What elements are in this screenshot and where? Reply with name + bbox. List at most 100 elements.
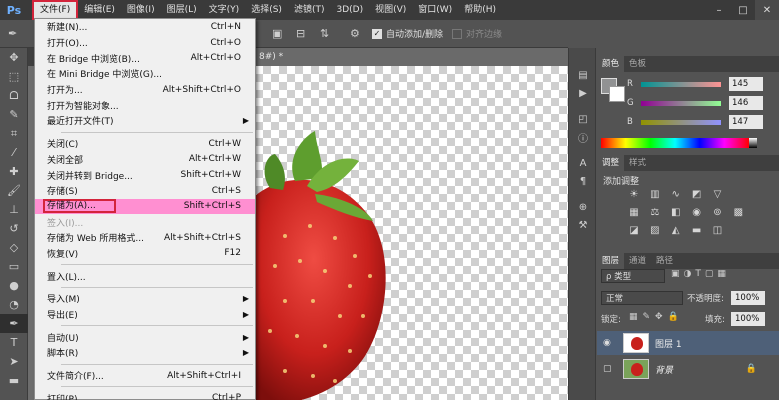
tab-swatches[interactable]: 色板 bbox=[624, 56, 651, 72]
layer-row[interactable]: ▢ 背景 🔒 bbox=[597, 357, 779, 381]
info-panel-icon[interactable]: ⓘ bbox=[569, 128, 597, 146]
file-menu-item[interactable]: 关闭并转到 Bridge... Shift+Ctrl+W bbox=[35, 167, 255, 183]
posterize-icon[interactable]: ▨ bbox=[648, 224, 662, 238]
path-arrangement-icon[interactable]: ⇅ bbox=[320, 27, 329, 40]
file-menu-item[interactable]: 在 Bridge 中浏览(B)... Alt+Ctrl+O bbox=[35, 50, 255, 66]
crop-tool-icon[interactable]: ⌗ bbox=[0, 124, 28, 143]
color-balance-icon[interactable]: ⚖ bbox=[648, 206, 662, 220]
file-menu-item[interactable]: 存储为 Web 所用格式... Alt+Shift+Ctrl+S bbox=[35, 230, 255, 246]
canvas[interactable] bbox=[255, 66, 568, 400]
minimize-icon[interactable]: – bbox=[707, 0, 731, 20]
path-selection-tool-icon[interactable]: ➤ bbox=[0, 352, 28, 371]
file-menu-item[interactable]: 打开(O)... Ctrl+O bbox=[35, 35, 255, 51]
brightness-icon[interactable]: ☀ bbox=[627, 188, 641, 202]
file-menu-item[interactable]: 打开为智能对象... bbox=[35, 97, 255, 113]
file-menu-item[interactable]: 打印(P)... Ctrl+P bbox=[35, 390, 255, 400]
file-menu-item[interactable]: 在 Mini Bridge 中浏览(G)... bbox=[35, 66, 255, 82]
hue-saturation-icon[interactable]: ▦ bbox=[627, 206, 641, 220]
healing-brush-tool-icon[interactable]: ✚ bbox=[0, 162, 28, 181]
tab-styles[interactable]: 样式 bbox=[624, 155, 651, 171]
color-slider-r[interactable]: R 145 bbox=[627, 76, 777, 92]
file-menu-item[interactable]: 关闭全部 Alt+Ctrl+W bbox=[35, 152, 255, 168]
file-menu-item[interactable]: 文件简介(F)... Alt+Shift+Ctrl+I bbox=[35, 368, 255, 384]
gradient-map-icon[interactable]: ▬ bbox=[690, 224, 704, 238]
gradient-tool-icon[interactable]: ▭ bbox=[0, 257, 28, 276]
visibility-box-icon[interactable]: ▢ bbox=[603, 364, 619, 374]
channel-gradient-bar[interactable] bbox=[641, 81, 721, 87]
layer-row[interactable]: ◉ 图层 1 bbox=[597, 331, 779, 355]
menu-item-8[interactable]: 视图(V) bbox=[369, 0, 412, 20]
character-panel-icon[interactable]: A bbox=[569, 154, 597, 172]
menu-item-5[interactable]: 选择(S) bbox=[245, 0, 288, 20]
menu-item-10[interactable]: 帮助(H) bbox=[458, 0, 502, 20]
clone-stamp-tool-icon[interactable]: ⊥ bbox=[0, 200, 28, 219]
file-menu-item[interactable]: 存储为(A)... Shift+Ctrl+S bbox=[35, 198, 255, 215]
menu-item-9[interactable]: 窗口(W) bbox=[412, 0, 458, 20]
file-menu-item[interactable]: 新建(N)... Ctrl+N bbox=[35, 19, 255, 35]
tab-paths[interactable]: 路径 bbox=[651, 253, 678, 269]
black-white-icon[interactable]: ◧ bbox=[669, 206, 683, 220]
close-icon[interactable]: ✕ bbox=[755, 0, 779, 20]
channel-gradient-bar[interactable] bbox=[641, 119, 721, 125]
channel-value-input[interactable]: 145 bbox=[729, 77, 763, 91]
vibrance-icon[interactable]: ▽ bbox=[711, 188, 725, 202]
invert-icon[interactable]: ◪ bbox=[627, 224, 641, 238]
tool-presets-panel-icon[interactable]: ⚒ bbox=[569, 216, 597, 234]
color-slider-b[interactable]: B 147 bbox=[627, 114, 777, 130]
lock-icons[interactable]: ▦✎✥🔒 bbox=[629, 312, 684, 322]
menu-item-3[interactable]: 图层(L) bbox=[161, 0, 203, 20]
menu-item-1[interactable]: 编辑(E) bbox=[78, 0, 121, 20]
clone-source-panel-icon[interactable]: ⊕ bbox=[569, 198, 597, 216]
menu-item-7[interactable]: 3D(D) bbox=[330, 0, 369, 20]
photo-filter-icon[interactable]: ◉ bbox=[690, 206, 704, 220]
file-menu-item[interactable]: 脚本(R) ▶ bbox=[35, 345, 255, 361]
eyedropper-tool-icon[interactable]: ⁄ bbox=[0, 143, 28, 162]
blend-mode-select[interactable]: 正常 bbox=[601, 291, 683, 305]
actions-panel-icon[interactable]: ▶ bbox=[569, 84, 597, 102]
levels-icon[interactable]: ▥ bbox=[648, 188, 662, 202]
tab-color[interactable]: 颜色 bbox=[597, 56, 625, 72]
maximize-icon[interactable]: □ bbox=[731, 0, 755, 20]
fill-input[interactable]: 100% bbox=[731, 312, 765, 326]
quick-select-tool-icon[interactable]: ✎ bbox=[0, 105, 28, 124]
pen-tool-icon[interactable]: ✒ bbox=[8, 27, 17, 40]
type-tool-icon[interactable]: T bbox=[0, 333, 28, 352]
channel-value-input[interactable]: 147 bbox=[729, 115, 763, 129]
properties-panel-icon[interactable]: ◰ bbox=[569, 110, 597, 128]
gear-icon[interactable]: ⚙ bbox=[350, 27, 360, 40]
opacity-input[interactable]: 100% bbox=[731, 291, 765, 305]
document-tab[interactable]: 8#) * bbox=[255, 48, 568, 66]
file-menu-item[interactable]: 最近打开文件(T) ▶ bbox=[35, 113, 255, 129]
file-menu-item[interactable]: 恢复(V) F12 bbox=[35, 246, 255, 262]
tab-adjustments[interactable]: 调整 bbox=[597, 155, 625, 171]
file-menu-item[interactable]: 置入(L)... bbox=[35, 268, 255, 284]
auto-add-delete-checkbox[interactable]: ✓ 自动添加/删除 bbox=[372, 27, 443, 40]
layer-filter-icons[interactable]: ▣◑T▢▦ bbox=[671, 269, 730, 279]
align-edges-checkbox[interactable]: 对齐边缘 bbox=[452, 27, 502, 40]
background-color-swatch[interactable] bbox=[609, 86, 625, 102]
tab-layers[interactable]: 图层 bbox=[597, 253, 625, 269]
eraser-tool-icon[interactable]: ◇ bbox=[0, 238, 28, 257]
color-slider-g[interactable]: G 146 bbox=[627, 95, 777, 111]
eye-icon[interactable]: ◉ bbox=[603, 338, 619, 348]
shape-tool-icon[interactable]: ▬ bbox=[0, 371, 28, 390]
lasso-tool-icon[interactable]: ᗝ bbox=[0, 86, 28, 105]
tab-channels[interactable]: 通道 bbox=[624, 253, 651, 269]
menu-item-6[interactable]: 滤镜(T) bbox=[288, 0, 331, 20]
file-menu-item[interactable]: 导入(M) ▶ bbox=[35, 291, 255, 307]
pen-tool-icon[interactable]: ✒ bbox=[0, 314, 28, 333]
color-spectrum-bar[interactable] bbox=[601, 138, 749, 148]
threshold-icon[interactable]: ◭ bbox=[669, 224, 683, 238]
path-operations-icon[interactable]: ▣ bbox=[272, 27, 282, 40]
dodge-tool-icon[interactable]: ◔ bbox=[0, 295, 28, 314]
grayscale-ramp[interactable] bbox=[749, 138, 757, 148]
file-menu-item[interactable]: 关闭(C) Ctrl+W bbox=[35, 136, 255, 152]
curves-icon[interactable]: ∿ bbox=[669, 188, 683, 202]
history-panel-icon[interactable]: ▤ bbox=[569, 66, 597, 84]
marquee-tool-icon[interactable]: ⬚ bbox=[0, 67, 28, 86]
brush-tool-icon[interactable]: 🖌 bbox=[0, 181, 28, 200]
file-menu-item[interactable]: 打开为... Alt+Shift+Ctrl+O bbox=[35, 82, 255, 98]
paragraph-panel-icon[interactable]: ¶ bbox=[569, 172, 597, 190]
menu-item-2[interactable]: 图像(I) bbox=[121, 0, 161, 20]
file-menu-item[interactable]: 自动(U) ▶ bbox=[35, 329, 255, 345]
